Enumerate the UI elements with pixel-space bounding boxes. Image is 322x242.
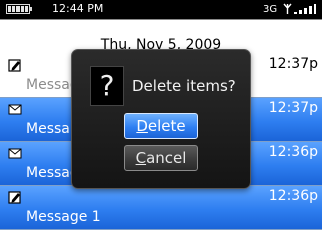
delete-button-mnemonic: D: [136, 117, 148, 135]
blackberry-screen: 12:44 PM 3G Thu, Nov 5, 2009 12:37p Mess…: [0, 0, 322, 242]
network-type-label: 3G: [263, 4, 278, 15]
message-time: 12:36p: [268, 188, 318, 204]
status-clock: 12:44 PM: [52, 2, 104, 15]
draft-pencil-icon: [8, 59, 21, 72]
antenna-icon: [283, 3, 292, 14]
message-time: 12:37p: [268, 56, 318, 72]
dialog-message: Delete items?: [132, 77, 236, 95]
delete-confirmation-dialog: ? Delete items? Delete Cancel: [71, 49, 251, 189]
question-glyph: ?: [99, 69, 115, 102]
cancel-button[interactable]: Cancel: [124, 145, 198, 171]
status-bar: 12:44 PM 3G: [0, 0, 322, 19]
envelope-icon: [8, 104, 22, 115]
delete-button[interactable]: Delete: [124, 113, 198, 139]
message-subject: Message 1: [26, 209, 101, 225]
draft-pencil-icon: [8, 191, 21, 204]
list-item[interactable]: 12:36p Message 1: [0, 186, 322, 230]
question-icon: ?: [90, 66, 124, 106]
delete-button-label: elete: [147, 117, 186, 135]
cancel-button-label: ancel: [146, 149, 187, 167]
message-time: 12:36p: [268, 144, 318, 160]
battery-icon: [6, 4, 30, 14]
signal-strength-icon: [294, 4, 316, 14]
message-subject: Messa: [26, 121, 70, 137]
battery-tip: [30, 7, 32, 11]
envelope-icon: [8, 148, 22, 159]
cancel-button-mnemonic: C: [135, 149, 147, 167]
message-time: 12:37p: [268, 100, 318, 116]
